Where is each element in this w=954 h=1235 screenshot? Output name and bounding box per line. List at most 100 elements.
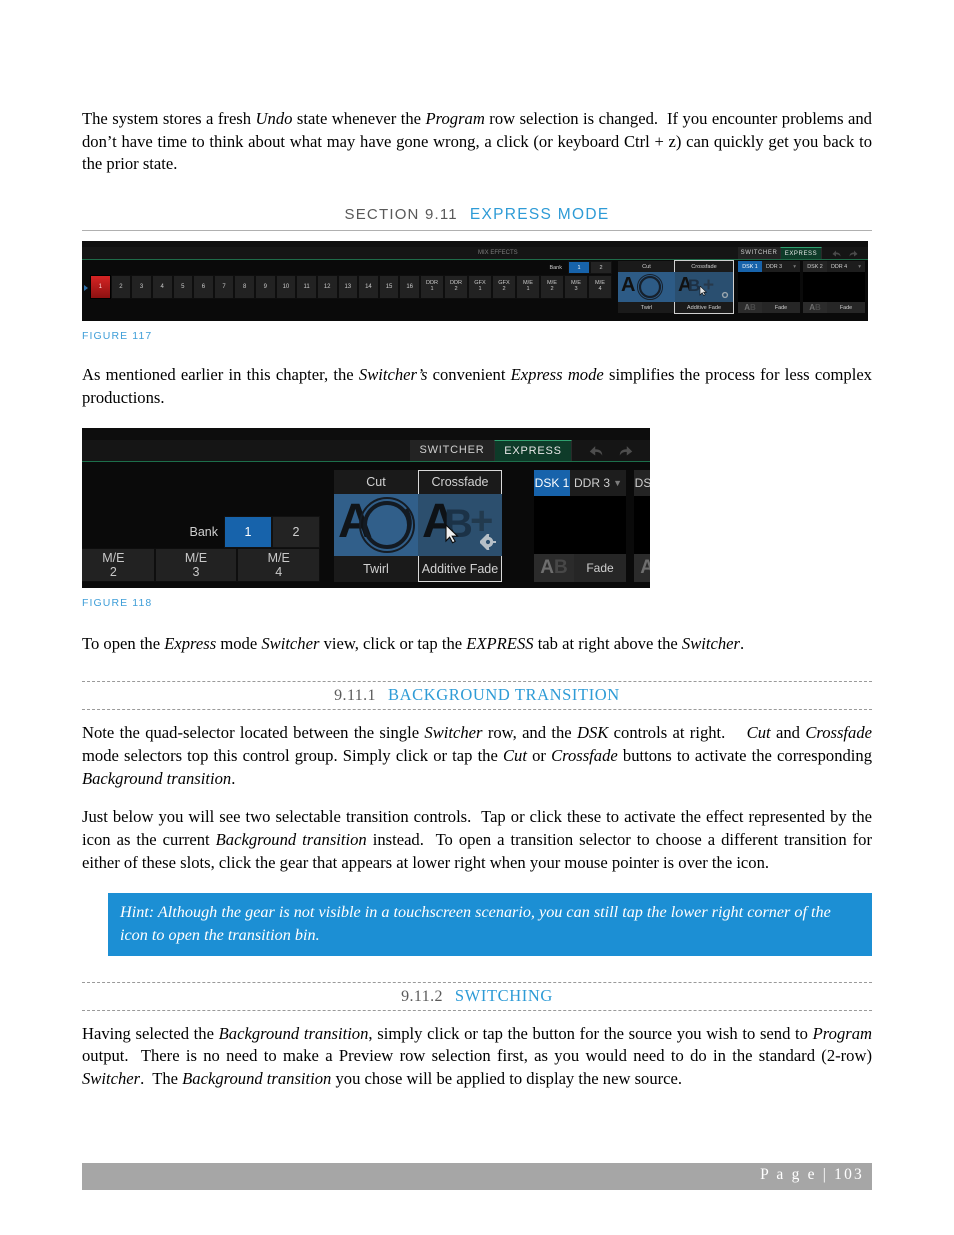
source-button-ddr-1[interactable]: DDR 1 xyxy=(420,275,444,300)
source-button-me-3[interactable]: M/E 3 xyxy=(564,275,588,300)
me-button-line1: M/E xyxy=(267,550,290,565)
dsk1-source-select[interactable]: DDR 3 ▼ xyxy=(570,469,626,496)
dsk1-button[interactable]: DSK 1 xyxy=(534,469,570,496)
dsk2-button[interactable]: DSK 2 xyxy=(803,261,827,273)
dsk2-header: DSK 2 DDR 4 ▾ xyxy=(803,261,865,273)
source-button-line2: 2 xyxy=(502,286,506,293)
transition-slot-additive-fade[interactable]: Crossfade A B + Additive Fade xyxy=(418,469,502,582)
bank-button-1[interactable]: 1 xyxy=(224,515,272,548)
source-button-16[interactable]: 16 xyxy=(399,275,420,300)
undo-arrow-icon[interactable] xyxy=(831,249,842,258)
source-button-me-4[interactable]: M/E 4 xyxy=(588,275,612,300)
dsk1-preview xyxy=(534,495,626,554)
transition-slot-additive-fade[interactable]: Crossfade A B + Additive Fade xyxy=(674,260,734,315)
source-button-11[interactable]: 11 xyxy=(296,275,317,300)
source-button-8[interactable]: 8 xyxy=(234,275,255,300)
dsk2-ab-transition-icon[interactable]: AB xyxy=(634,553,650,582)
subsection-number: 9.11.2 xyxy=(401,987,443,1005)
dsk1-header: DSK 1 DDR 3 ▼ xyxy=(534,469,626,496)
source-button-gfx-1[interactable]: GFX 1 xyxy=(468,275,492,300)
tab-express[interactable]: EXPRESS xyxy=(494,439,572,461)
source-button-6[interactable]: 6 xyxy=(193,275,214,300)
transition-slot-twirl[interactable]: Cut A Twirl xyxy=(618,261,675,314)
dsk1-preview xyxy=(738,272,800,303)
source-button-ddr-2[interactable]: DDR 2 xyxy=(444,275,468,300)
source-button-5[interactable]: 5 xyxy=(172,275,194,300)
redo-arrow-icon[interactable] xyxy=(617,443,635,457)
me-button-line2: 3 xyxy=(192,564,200,579)
source-button-me-1[interactable]: M/E 1 xyxy=(516,275,540,300)
gear-icon[interactable] xyxy=(480,533,496,550)
dsk1-button[interactable]: DSK 1 xyxy=(738,261,762,273)
transition-mode-crossfade[interactable]: Crossfade xyxy=(675,261,733,273)
mix-effects-label: MIX EFFECTS xyxy=(478,250,518,257)
bank-button-1[interactable]: 1 xyxy=(568,261,590,275)
additive-fade-transition-icon[interactable]: A B + xyxy=(418,493,502,556)
me-button-2[interactable]: M/E 2 xyxy=(82,547,155,582)
tab-express[interactable]: EXPRESS xyxy=(780,247,822,260)
dsk2-button[interactable]: DSK 2 xyxy=(634,469,650,496)
dsk1-source-select[interactable]: DDR 3 ▾ xyxy=(762,261,800,273)
dsk1-fade-button[interactable]: Fade xyxy=(574,553,626,582)
chevron-down-icon[interactable]: ▾ xyxy=(858,264,861,270)
tab-switcher[interactable]: SWITCHER xyxy=(738,247,780,260)
transition-name-twirl: Twirl xyxy=(334,555,418,582)
source-button-14[interactable]: 14 xyxy=(358,275,379,300)
paragraph-intro: The system stores a fresh Undo state whe… xyxy=(82,109,872,174)
source-button-10[interactable]: 10 xyxy=(275,275,297,300)
source-button-1[interactable]: 1 xyxy=(90,275,111,300)
me-button-3[interactable]: M/E 3 xyxy=(154,547,238,582)
subsection-title: BACKGROUND TRANSITION xyxy=(387,685,620,705)
dsk1-ab-transition-icon[interactable]: AB xyxy=(534,553,574,582)
figure117-left-scroll-arrow[interactable] xyxy=(84,285,88,292)
figure117-source-row-secondary: DDR 1 DDR 2 GFX 1 GFX 2 M/E 1 M/E 2 M/E 3 M/E 4 xyxy=(420,275,612,300)
figure118-bank-group: Bank 1 2 xyxy=(166,515,320,548)
source-button-line2: 2 xyxy=(454,286,458,293)
source-button-9[interactable]: 9 xyxy=(255,275,276,300)
dsk2-ab-transition-icon[interactable]: AB xyxy=(803,302,827,314)
transition-slot-twirl[interactable]: Cut A Twirl xyxy=(334,469,418,582)
additive-fade-transition-icon[interactable]: A B + xyxy=(675,272,733,303)
source-button-line2: 1 xyxy=(430,286,434,293)
tab-switcher[interactable]: SWITCHER xyxy=(410,439,494,461)
twirl-transition-icon[interactable]: A xyxy=(618,272,675,303)
chevron-down-icon[interactable]: ▼ xyxy=(613,478,622,488)
source-button-15[interactable]: 15 xyxy=(378,275,400,300)
bank-button-2[interactable]: 2 xyxy=(590,261,612,275)
source-button-7[interactable]: 7 xyxy=(213,275,235,300)
dsk2-fade-button[interactable]: Fade xyxy=(827,302,865,314)
source-button-me-2[interactable]: M/E 2 xyxy=(540,275,564,300)
source-button-2[interactable]: 2 xyxy=(110,275,132,300)
figure117-undo-redo-group xyxy=(822,247,868,260)
dsk2-source-select[interactable]: DDR 4 ▾ xyxy=(827,261,865,273)
transition-mode-crossfade[interactable]: Crossfade xyxy=(418,469,502,494)
transition-mode-cut[interactable]: Cut xyxy=(334,469,418,494)
dsk2-source-label: DDR 4 xyxy=(831,263,848,270)
chevron-down-icon[interactable]: ▾ xyxy=(793,264,796,270)
dsk1-source-label: DDR 3 xyxy=(766,263,783,270)
dsk2-preview xyxy=(634,495,650,554)
hint-box: Hint: Although the gear is not visible i… xyxy=(108,892,872,956)
dsk1-ab-transition-icon[interactable]: AB xyxy=(738,302,762,314)
subsection-heading-9-11-2: 9.11.2 SWITCHING xyxy=(82,981,872,1011)
me-button-line1: M/E xyxy=(102,550,125,565)
source-button-4[interactable]: 4 xyxy=(151,275,173,300)
source-button-3[interactable]: 3 xyxy=(131,275,152,300)
figure-117-switcher-express-wide: MIX EFFECTS SWITCHER EXPRESS 1 2 3 4 5 6 7 8 9 10… xyxy=(82,241,868,322)
redo-arrow-icon[interactable] xyxy=(848,249,859,258)
gear-icon[interactable] xyxy=(721,291,729,299)
figure118-transition-group: Cut A Twirl Crossfade A B + Additive Fad… xyxy=(334,469,502,582)
figure-117-caption: FIGURE 117 xyxy=(82,330,153,343)
me-button-4[interactable]: M/E 4 xyxy=(237,547,321,582)
source-button-gfx-2[interactable]: GFX 2 xyxy=(492,275,516,300)
mouse-pointer-icon xyxy=(445,523,459,544)
twirl-transition-icon[interactable]: A xyxy=(334,493,418,556)
transition-mode-cut[interactable]: Cut xyxy=(618,261,675,273)
undo-arrow-icon[interactable] xyxy=(587,443,605,457)
paragraph-after-figure-118: To open the Express mode Switcher view, … xyxy=(82,633,745,653)
bank-button-2[interactable]: 2 xyxy=(272,515,320,548)
dsk1-fade-button[interactable]: Fade xyxy=(762,302,800,314)
source-button-12[interactable]: 12 xyxy=(316,275,338,300)
source-button-13[interactable]: 13 xyxy=(337,275,359,300)
subsection-heading-9-11-1: 9.11.1 BACKGROUND TRANSITION xyxy=(82,681,872,711)
